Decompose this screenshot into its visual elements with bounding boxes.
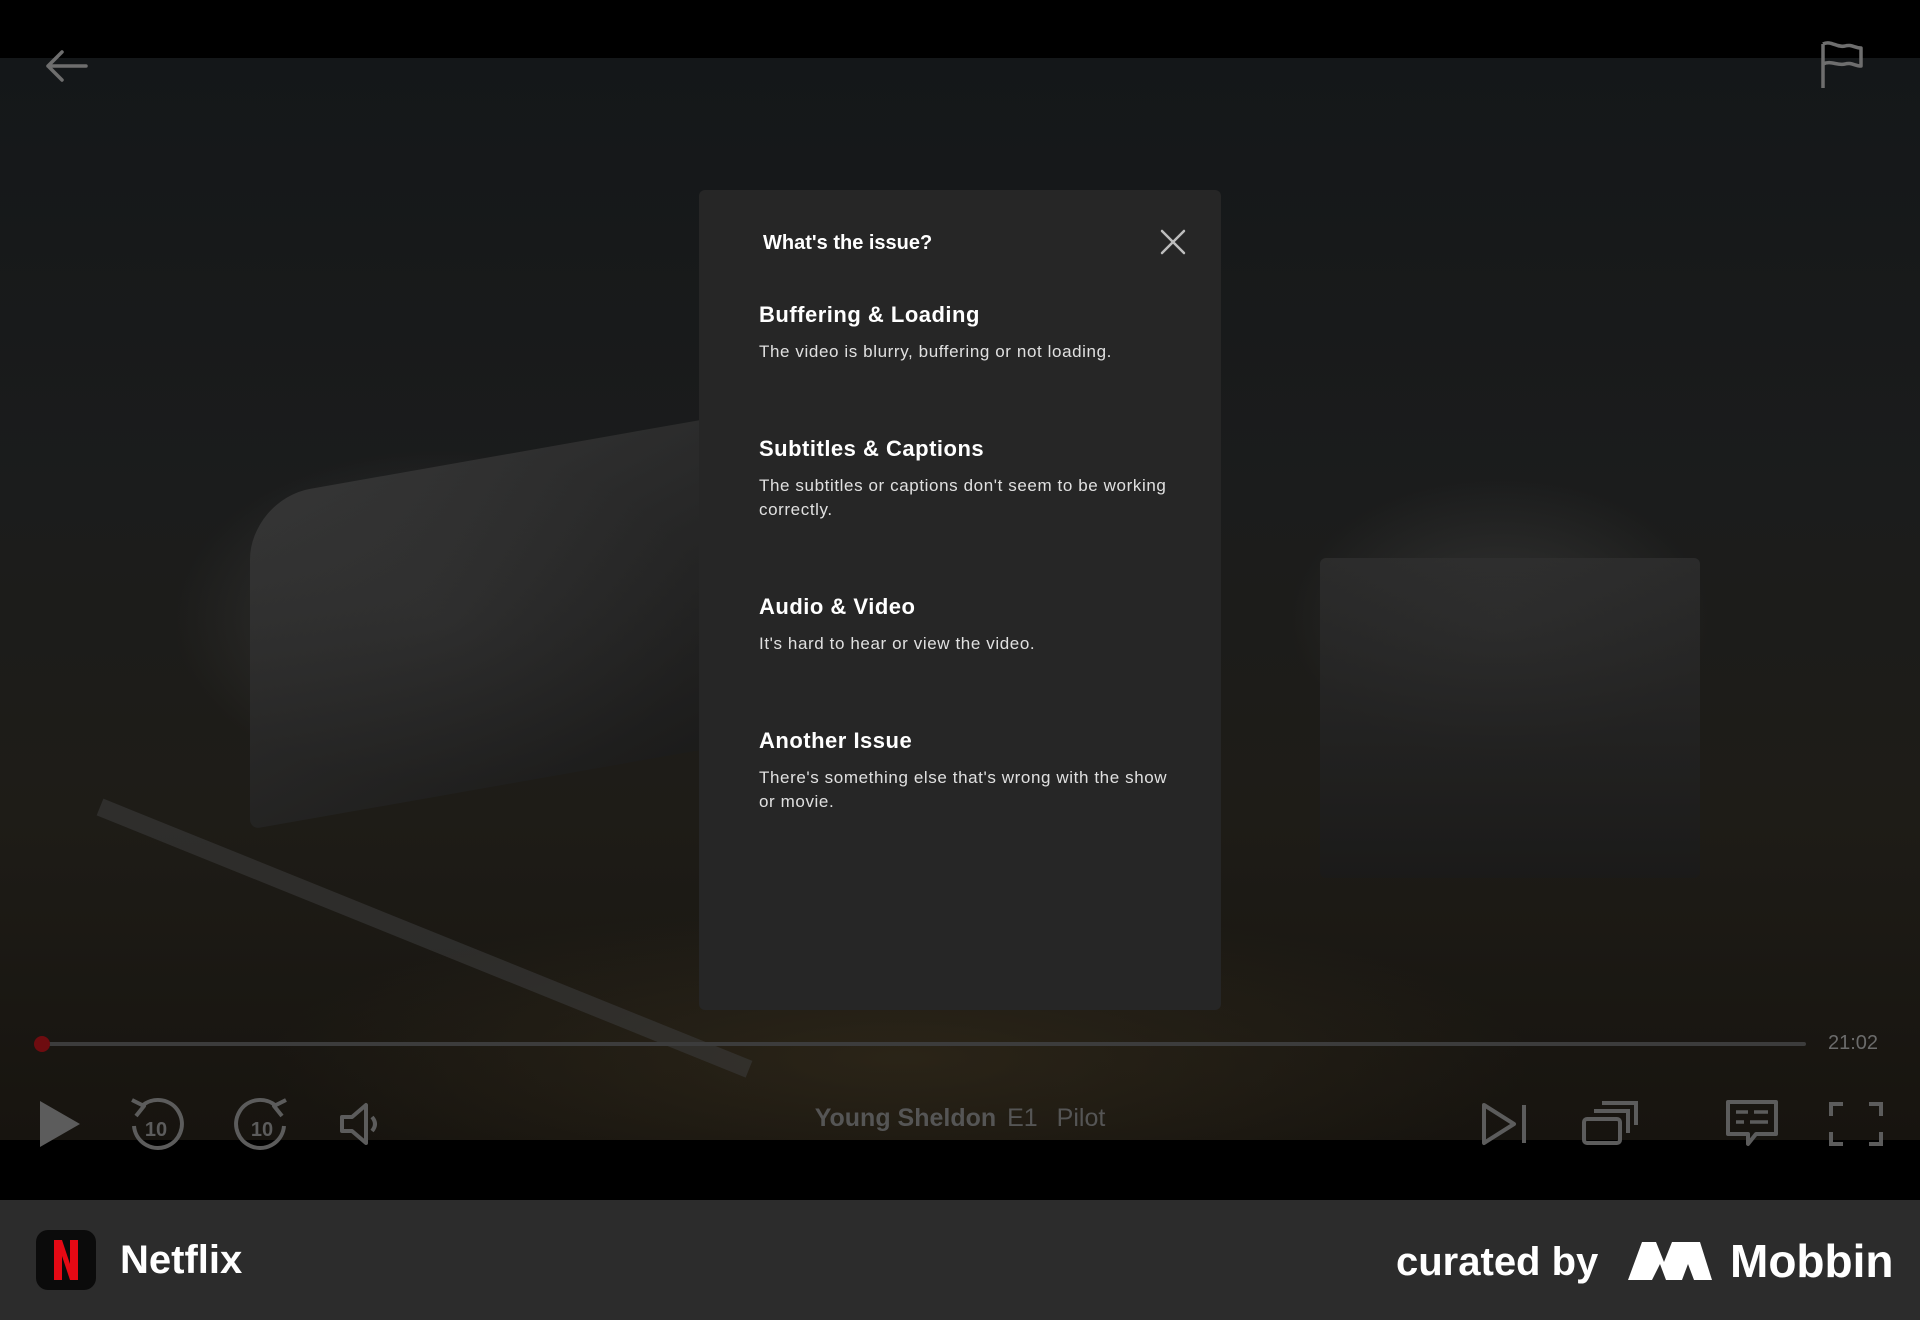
show-title: Young Sheldon bbox=[814, 1104, 997, 1132]
netflix-n-icon: N bbox=[54, 1240, 78, 1280]
forward-10-icon: 10 bbox=[234, 1098, 287, 1150]
time-remaining: 21:02 bbox=[1828, 1032, 1879, 1054]
svg-text:N: N bbox=[66, 1277, 67, 1279]
video-player: What's the issue? Buffering & Loading Th… bbox=[0, 0, 1920, 1200]
issue-title: Another Issue bbox=[759, 728, 913, 753]
volume-icon bbox=[340, 1103, 377, 1145]
flag-icon bbox=[1821, 41, 1863, 88]
mobbin-logo-icon bbox=[1628, 1242, 1712, 1280]
progress-scrubber-handle[interactable] bbox=[34, 1036, 50, 1052]
issue-option-subtitles[interactable]: Subtitles & Captions The subtitles or ca… bbox=[759, 436, 1179, 522]
issue-option-audio-video[interactable]: Audio & Video It's hard to hear or view … bbox=[759, 594, 1179, 656]
episodes-button[interactable] bbox=[1578, 1094, 1642, 1154]
video-scene-train bbox=[250, 416, 720, 830]
mobbin-brand-name: Mobbin bbox=[1730, 1235, 1894, 1287]
episode-number: E1 bbox=[1007, 1104, 1038, 1132]
arrow-left-icon bbox=[46, 50, 88, 82]
next-episode-button[interactable] bbox=[1476, 1094, 1534, 1154]
forward-10-label: 10 bbox=[251, 1119, 273, 1141]
subtitles-icon bbox=[1726, 1100, 1778, 1146]
issue-title: Audio & Video bbox=[759, 594, 916, 619]
netflix-logo: N bbox=[36, 1230, 96, 1290]
issue-title: Buffering & Loading bbox=[759, 302, 980, 327]
fullscreen-button[interactable] bbox=[1826, 1094, 1886, 1154]
issue-description: The video is blurry, buffering or not lo… bbox=[759, 342, 1112, 361]
episode-title: Pilot bbox=[1056, 1104, 1106, 1132]
subtitles-button[interactable] bbox=[1722, 1094, 1782, 1154]
next-episode-icon bbox=[1482, 1103, 1526, 1145]
curated-by-label: curated by bbox=[1396, 1240, 1599, 1284]
episepisodes-icon bbox=[1582, 1101, 1638, 1145]
app-name: Netflix bbox=[120, 1238, 243, 1282]
progress-bar[interactable] bbox=[38, 1042, 1806, 1046]
close-button[interactable] bbox=[1157, 226, 1189, 258]
back-button[interactable] bbox=[36, 36, 96, 96]
forward-10-button[interactable]: 10 bbox=[230, 1094, 294, 1154]
issue-title: Subtitles & Captions bbox=[759, 436, 985, 461]
close-icon bbox=[1160, 229, 1186, 255]
issue-option-buffering[interactable]: Buffering & Loading The video is blurry,… bbox=[759, 302, 1179, 364]
dialog-title: What's the issue? bbox=[763, 232, 933, 254]
attribution-footer: N Netflix curated by Mobbin bbox=[0, 1200, 1920, 1320]
rewind-10-button[interactable]: 10 bbox=[124, 1094, 188, 1154]
fullscreen-icon bbox=[1829, 1102, 1883, 1146]
episode-info: Young Sheldon E1 Pilot bbox=[700, 1104, 1220, 1133]
issue-option-another[interactable]: Another Issue There's something else tha… bbox=[759, 728, 1179, 814]
play-button[interactable] bbox=[30, 1094, 88, 1154]
video-scene-background bbox=[1320, 558, 1700, 878]
volume-button[interactable] bbox=[334, 1094, 384, 1154]
rewind-10-label: 10 bbox=[145, 1119, 167, 1141]
report-problem-button[interactable] bbox=[1812, 34, 1872, 94]
issue-description: The subtitles or captions don't seem to … bbox=[759, 476, 1167, 519]
video-scene-track bbox=[96, 798, 753, 1078]
report-issue-dialog: What's the issue? Buffering & Loading Th… bbox=[699, 190, 1221, 1010]
rewind-10-icon: 10 bbox=[131, 1098, 184, 1150]
issue-description: There's something else that's wrong with… bbox=[759, 768, 1168, 811]
play-icon bbox=[40, 1101, 80, 1147]
issue-description: It's hard to hear or view the video. bbox=[759, 634, 1036, 653]
